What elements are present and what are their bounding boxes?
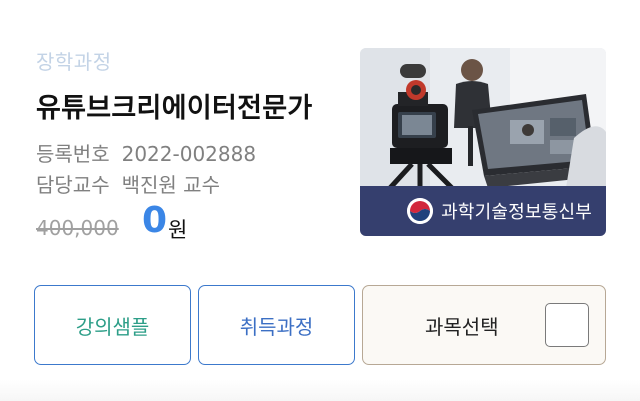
lecture-sample-button[interactable]: 강의샘플 — [34, 285, 191, 365]
registration-number: 2022-002888 — [121, 142, 257, 166]
acquisition-course-label: 취득과정 — [239, 314, 314, 339]
bottom-divider — [0, 380, 640, 401]
subject-select-checkbox[interactable] — [545, 303, 589, 347]
lecture-sample-label: 강의샘플 — [75, 314, 150, 339]
price-unit: 원 — [168, 218, 188, 242]
professor-label: 담당교수 — [36, 173, 110, 197]
course-card: 장학과정 유튜브크리에이터전문가 등록번호 2022-002888 담당교수 백진원… — [0, 0, 640, 401]
registration-row: 등록번호 2022-002888 — [36, 138, 256, 167]
sale-price: 0 — [142, 200, 168, 241]
professor-row: 담당교수 백진원 교수 — [36, 169, 220, 198]
course-thumbnail[interactable]: 과학기술정보통신부 — [360, 48, 606, 236]
professor-name: 백진원 교수 — [121, 173, 220, 197]
korea-government-emblem-icon — [407, 198, 434, 224]
subject-select-label: 과목선택 — [425, 314, 499, 339]
ministry-label: 과학기술정보통신부 — [441, 202, 592, 223]
subject-select-button[interactable]: 과목선택 — [362, 285, 606, 365]
course-title: 유튜브크리에이터전문가 — [36, 93, 313, 124]
acquisition-course-button[interactable]: 취득과정 — [198, 285, 355, 365]
registration-label: 등록번호 — [36, 142, 110, 166]
ministry-banner: 과학기술정보통신부 — [360, 186, 606, 236]
course-category: 장학과정 — [36, 50, 112, 74]
original-price: 400,000 — [36, 216, 119, 240]
